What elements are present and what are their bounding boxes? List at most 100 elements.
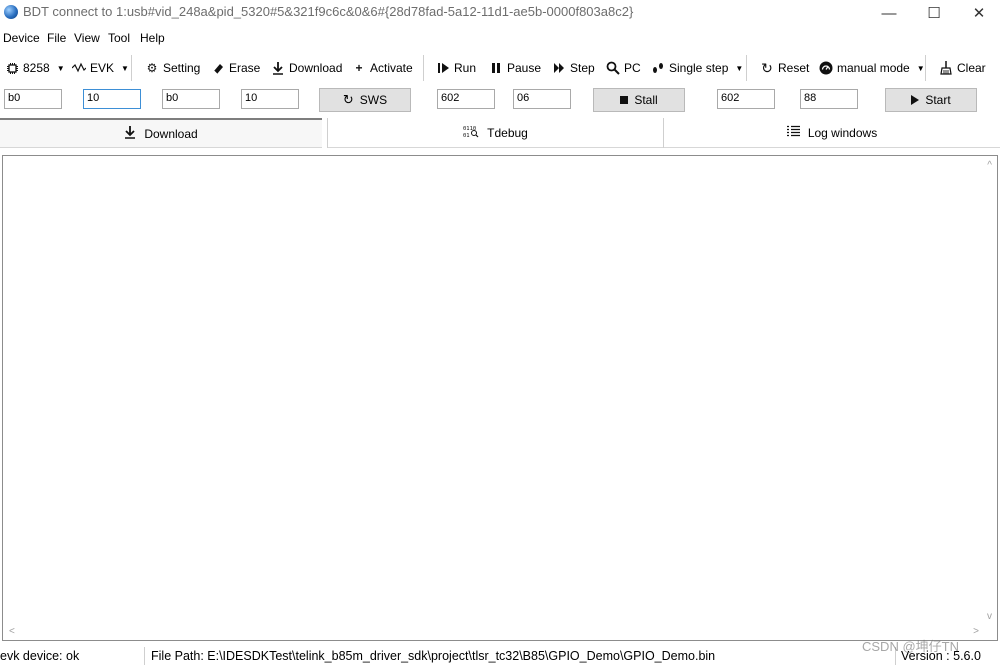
toolbar: 8258 ▼ EVK ▼ ⚙ Setting Erase Download + … xyxy=(0,53,1002,83)
binary-search-icon: 0110 01 xyxy=(463,124,479,141)
pause-label: Pause xyxy=(507,61,542,75)
download-button[interactable]: Download xyxy=(271,53,342,83)
manual-mode-selector[interactable]: manual mode ▼ xyxy=(819,53,925,83)
status-divider xyxy=(144,647,145,665)
menu-device[interactable]: Device xyxy=(3,31,40,45)
single-step-selector[interactable]: Single step ▼ xyxy=(651,53,743,83)
tab-log-windows[interactable]: Log windows xyxy=(664,118,1000,148)
tab-tdebug-label: Tdebug xyxy=(487,125,528,140)
log-output-area[interactable]: ^ v < > xyxy=(2,155,998,641)
waveform-icon xyxy=(72,61,86,75)
parameter-row: b0 10 b0 10 ↻ SWS 602 06 Stall 602 88 St… xyxy=(0,86,1002,114)
play-icon xyxy=(911,95,920,105)
plus-icon: + xyxy=(355,61,363,75)
pause-button[interactable]: Pause xyxy=(489,53,541,83)
minimize-button[interactable]: — xyxy=(866,0,912,26)
toolbar-divider xyxy=(925,55,926,81)
refresh-icon: ↻ xyxy=(761,59,773,76)
setting-label: Setting xyxy=(163,61,201,75)
chip-label: 8258 xyxy=(23,61,50,75)
download-arrow-icon xyxy=(271,61,285,75)
app-globe-icon xyxy=(4,5,18,19)
reset-label: Reset xyxy=(778,61,810,75)
chevron-down-icon: ▼ xyxy=(735,63,744,73)
board-label: EVK xyxy=(90,61,115,75)
scroll-right-icon[interactable]: > xyxy=(973,626,979,637)
refresh-icon: ↻ xyxy=(342,92,354,107)
chevron-down-icon: ▼ xyxy=(916,63,925,73)
stall-label: Stall xyxy=(634,93,658,107)
manual-mode-label: manual mode xyxy=(837,61,910,75)
pc-button[interactable]: PC xyxy=(606,53,641,83)
svg-text:01: 01 xyxy=(463,133,470,138)
step-forward-icon xyxy=(552,61,566,75)
footsteps-icon xyxy=(651,61,665,75)
pc-label: PC xyxy=(624,61,641,75)
step-button[interactable]: Step xyxy=(552,53,595,83)
scroll-down-icon[interactable]: v xyxy=(987,611,992,622)
activate-label: Activate xyxy=(370,61,413,75)
step-label: Step xyxy=(570,61,595,75)
address-field-1[interactable]: b0 xyxy=(4,89,62,109)
window-title: BDT connect to 1:usb#vid_248a&pid_5320#5… xyxy=(23,4,634,19)
activate-button[interactable]: + Activate xyxy=(352,53,413,83)
watermark: CSDN @坤仔TN xyxy=(862,639,959,654)
search-icon xyxy=(606,61,620,75)
tab-download-label: Download xyxy=(144,126,198,141)
tab-log-windows-label: Log windows xyxy=(807,125,878,140)
board-selector[interactable]: EVK ▼ xyxy=(72,53,129,83)
chevron-down-icon: ▼ xyxy=(56,63,65,73)
value-field-3[interactable]: 06 xyxy=(513,89,571,109)
value-field-1[interactable]: 10 xyxy=(83,89,141,109)
tab-download[interactable]: Download xyxy=(0,118,322,148)
toolbar-divider xyxy=(746,55,747,81)
sws-label: SWS xyxy=(359,93,388,107)
run-button[interactable]: Run xyxy=(436,53,476,83)
chip-icon xyxy=(5,61,19,75)
svg-text:0110: 0110 xyxy=(463,126,476,132)
download-label: Download xyxy=(289,61,343,75)
stop-icon xyxy=(620,96,629,104)
close-button[interactable]: ✕ xyxy=(956,0,1002,26)
single-step-label: Single step xyxy=(669,61,729,75)
menu-help[interactable]: Help xyxy=(140,31,165,45)
menu-bar: Device File View Tool Help xyxy=(0,28,1002,48)
clear-button[interactable]: Clear xyxy=(939,53,986,83)
title-bar: BDT connect to 1:usb#vid_248a&pid_5320#5… xyxy=(0,0,1002,26)
setting-button[interactable]: ⚙ Setting xyxy=(145,53,201,83)
stall-button[interactable]: Stall xyxy=(593,88,685,112)
menu-view[interactable]: View xyxy=(74,31,100,45)
tab-bar: Download 0110 01 Tdebug Log windows xyxy=(0,118,1002,148)
device-status: evk device: ok xyxy=(0,649,80,663)
download-arrow-icon xyxy=(124,125,136,142)
chevron-down-icon: ▼ xyxy=(121,63,129,73)
scroll-up-icon[interactable]: ^ xyxy=(987,160,992,171)
run-icon xyxy=(436,61,450,75)
reset-button[interactable]: ↻ Reset xyxy=(760,53,809,83)
dashboard-icon xyxy=(819,61,833,75)
erase-button[interactable]: Erase xyxy=(211,53,260,83)
list-icon xyxy=(786,125,800,140)
menu-tool[interactable]: Tool xyxy=(108,31,130,45)
chip-selector[interactable]: 8258 ▼ xyxy=(5,53,65,83)
address-field-2[interactable]: b0 xyxy=(162,89,220,109)
scroll-left-icon[interactable]: < xyxy=(9,626,15,637)
start-button[interactable]: Start xyxy=(885,88,977,112)
erase-label: Erase xyxy=(229,61,261,75)
tab-tdebug[interactable]: 0110 01 Tdebug xyxy=(328,118,663,148)
value-field-4[interactable]: 88 xyxy=(800,89,858,109)
clear-label: Clear xyxy=(957,61,986,75)
maximize-button[interactable]: ☐ xyxy=(911,0,957,26)
start-label: Start xyxy=(925,93,951,107)
gear-icon: ⚙ xyxy=(146,61,158,75)
address-field-4[interactable]: 602 xyxy=(717,89,775,109)
address-field-3[interactable]: 602 xyxy=(437,89,495,109)
value-field-2[interactable]: 10 xyxy=(241,89,299,109)
file-path: File Path: E:\IDESDKTest\telink_b85m_dri… xyxy=(151,649,716,663)
toolbar-divider xyxy=(131,55,132,81)
pause-icon xyxy=(489,61,503,75)
status-bar: evk device: ok File Path: E:\IDESDKTest\… xyxy=(0,647,1002,665)
menu-file[interactable]: File xyxy=(47,31,66,45)
sws-button[interactable]: ↻ SWS xyxy=(319,88,411,112)
broom-icon xyxy=(939,61,953,75)
